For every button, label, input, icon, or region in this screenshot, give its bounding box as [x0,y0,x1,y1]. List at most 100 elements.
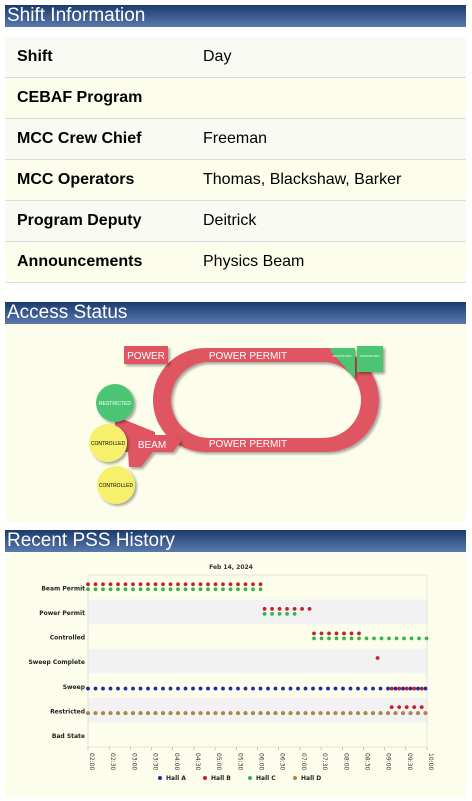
table-row: Program Deputy Deitrick [5,200,466,242]
data-point [312,631,316,636]
data-point [424,636,429,641]
data-point [288,711,293,716]
data-point [183,711,188,716]
data-point [404,705,409,710]
x-tick-label: 04:30 [194,753,201,770]
data-point [153,686,158,691]
data-point [341,711,345,716]
data-point [288,686,293,691]
data-point [393,711,398,716]
data-point [138,587,143,592]
data-point [131,582,135,587]
data-point [93,582,98,587]
legend-label: Hall B [211,775,231,782]
data-point [251,587,255,592]
data-point [153,582,158,587]
data-point [277,606,282,611]
cebaf-program-label: CEBAF Program [5,77,203,119]
data-point [318,711,323,716]
y-tick-label: Beam Permit [41,586,85,593]
table-row: MCC Crew Chief Freeman [5,118,466,160]
data-point [393,686,398,691]
data-point [318,686,323,691]
data-point [303,686,308,691]
shift-value: Day [203,37,466,78]
data-point [416,711,420,716]
data-point [138,582,143,587]
data-point [311,686,315,691]
data-point [402,636,406,641]
data-point [176,711,180,716]
x-tick-label: 05:00 [215,753,222,770]
data-point [319,636,324,641]
shift-label: Shift [5,37,203,78]
data-point [262,606,267,611]
power-permit-top: POWER PERMIT [209,351,287,362]
data-point [389,686,394,691]
data-point [191,582,195,587]
data-point [108,587,113,592]
data-point [273,686,278,691]
crew-chief-value: Freeman [203,118,466,160]
data-point [86,686,90,691]
chart-band [88,722,427,747]
data-point [326,711,330,716]
data-point [423,711,428,716]
data-point [397,686,402,691]
x-tick-label: 10:00 [427,753,434,770]
data-point [251,711,255,716]
data-point [348,711,353,716]
data-point [213,582,218,587]
flag2-label: RESTRICTED [360,354,380,358]
data-point [206,686,210,691]
data-point [243,582,248,587]
data-point [146,587,150,592]
legend-marker [248,776,252,780]
data-point [191,711,195,716]
announcements-value: Physics Beam [203,241,466,283]
data-point [198,686,203,691]
data-point [363,711,368,716]
x-tick-label: 07:30 [321,753,328,770]
restricted-circle-label: RESTRICTED [99,401,131,407]
data-point [191,686,195,691]
data-point [93,587,98,592]
data-point [300,606,304,611]
x-tick-label: 02:30 [109,753,116,770]
operators-label: MCC Operators [5,159,203,201]
operators-value: Thomas, Blackshaw, Barker [203,159,466,201]
data-point [243,711,248,716]
flag1-label: RESTRICTED [332,354,352,358]
data-point [307,606,312,611]
data-point [101,582,105,587]
x-tick-label: 09:30 [406,753,413,770]
data-point [258,686,263,691]
announcements-label: Announcements [5,241,203,283]
beam-label: BEAM [138,440,166,451]
data-point [285,606,289,611]
data-point [236,587,240,592]
data-point [404,686,409,691]
data-point [311,711,315,716]
data-point [348,686,353,691]
data-point [116,587,120,592]
data-point [262,611,267,616]
access-diagram: POWER POWER PERMIT POWER PERMIT RESTRICT… [89,346,383,504]
data-point [236,711,240,716]
x-tick-label: 07:00 [300,753,307,770]
data-point [387,636,391,641]
power-label: POWER [127,351,165,362]
data-point [168,587,173,592]
data-point [236,686,240,691]
data-point [228,587,233,592]
data-point [266,711,270,716]
data-point [266,686,270,691]
data-point [221,587,225,592]
data-point [419,686,424,691]
data-point [146,582,150,587]
data-point [168,686,173,691]
data-point [327,636,331,641]
data-point [389,705,394,710]
data-point [138,686,143,691]
data-point [183,686,188,691]
